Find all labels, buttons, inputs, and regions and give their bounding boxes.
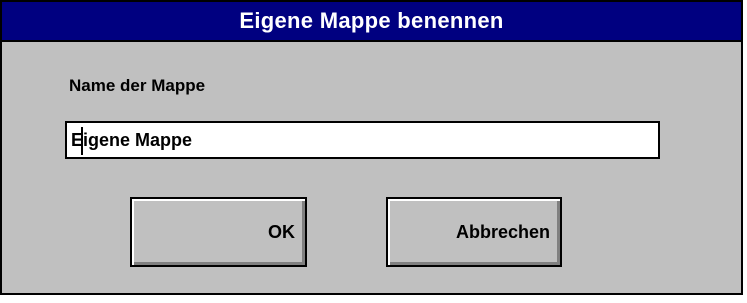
dialog-title-bar[interactable]: Eigene Mappe benennen [2, 2, 741, 42]
folder-name-label: Name der Mappe [69, 76, 206, 95]
folder-name-input[interactable]: Eigene Mappe [65, 121, 660, 159]
ok-button[interactable]: OK [130, 197, 307, 267]
cancel-button[interactable]: Abbrechen [386, 197, 562, 267]
dialog-title: Eigene Mappe benennen [239, 8, 504, 33]
folder-name-value: Eigene Mappe [71, 130, 193, 150]
rename-folder-dialog: Eigene Mappe benennen Name der Mappe Eig… [0, 0, 743, 295]
text-caret [81, 127, 83, 155]
